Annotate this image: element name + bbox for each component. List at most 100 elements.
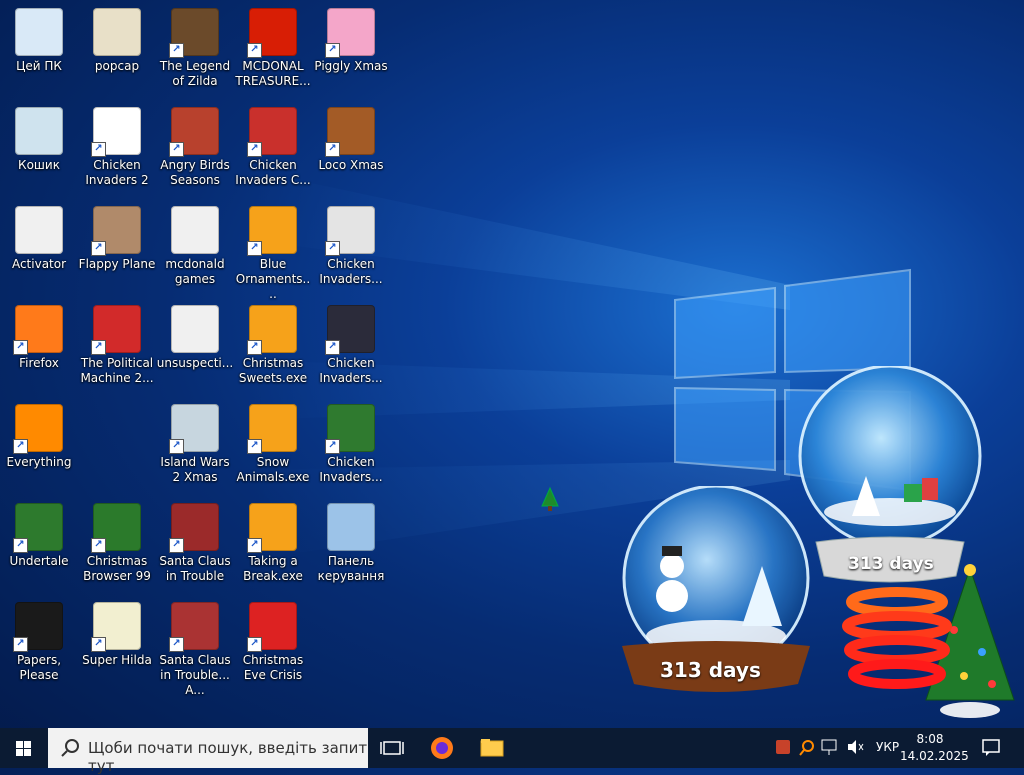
- installer-icon: ↗: [247, 206, 297, 256]
- desktop-icon[interactable]: Цей ПК: [0, 4, 78, 100]
- desktop-icon[interactable]: ↗ Christmas Browser 99: [78, 499, 156, 595]
- desktop-icon-label: Santa Claus in Trouble... A...: [159, 653, 231, 697]
- shortcut-arrow-icon: ↗: [325, 43, 340, 58]
- shortcut-arrow-icon: ↗: [325, 142, 340, 157]
- desktop-icon[interactable]: ↗ MCDONAL TREASURE...: [234, 4, 312, 100]
- desktop-icon[interactable]: ↗ Chicken Invaders...: [312, 202, 390, 298]
- desktop-icon[interactable]: ↗ Chicken Invaders...: [312, 301, 390, 397]
- desktop-icon[interactable]: ↗ Flappy Plane: [78, 202, 156, 298]
- shortcut-arrow-icon: ↗: [169, 637, 184, 652]
- undertale-icon: ↗: [13, 503, 63, 553]
- shortcut-arrow-icon: ↗: [91, 637, 106, 652]
- taskbar-file-explorer-button[interactable]: [468, 728, 516, 768]
- shortcut-arrow-icon: ↗: [247, 340, 262, 355]
- island-icon: ↗: [169, 404, 219, 454]
- tray-app-icon[interactable]: [776, 740, 790, 754]
- pig-icon: ↗: [325, 8, 375, 58]
- desktop-icon[interactable]: ↗ Firefox: [0, 301, 78, 397]
- desktop-icon[interactable]: ↗ Piggly Xmas: [312, 4, 390, 100]
- desktop-icon[interactable]: popcap: [78, 4, 156, 100]
- windows-logo-icon: [16, 741, 31, 756]
- desktop-icon-label: Цей ПК: [16, 59, 62, 73]
- task-view-button[interactable]: [368, 728, 416, 768]
- folder-icon: [171, 305, 219, 353]
- folder-icon: [93, 8, 141, 56]
- ribbon-spiral-decoration: [842, 582, 952, 692]
- desktop-icon[interactable]: ↗ Chicken Invaders...: [312, 400, 390, 496]
- chicken-icon: ↗: [325, 206, 375, 256]
- desktop-icon[interactable]: ↗ Undertale: [0, 499, 78, 595]
- shortcut-arrow-icon: ↗: [247, 637, 262, 652]
- desktop-icon[interactable]: ↗ Everything: [0, 400, 78, 496]
- desktop-icon[interactable]: ↗ Santa Claus in Trouble: [156, 499, 234, 595]
- cursor-tree-icon: [540, 486, 560, 512]
- notifications-button[interactable]: [966, 728, 1016, 768]
- shortcut-arrow-icon: ↗: [325, 439, 340, 454]
- desktop-icon[interactable]: ↗ Snow Animals.exe: [234, 400, 312, 496]
- desktop-icon-label: Chicken Invaders 2: [85, 158, 149, 187]
- desktop-icon-label: Christmas Browser 99: [83, 554, 151, 583]
- desktop-icon[interactable]: mcdonald games: [156, 202, 234, 298]
- desktop-icon[interactable]: ↗ Santa Claus in Trouble... A...: [156, 598, 234, 697]
- papers-icon: ↗: [13, 602, 63, 652]
- plane-icon: ↗: [91, 206, 141, 256]
- shortcut-arrow-icon: ↗: [91, 340, 106, 355]
- desktop-icon[interactable]: ↗ Angry Birds Seasons: [156, 103, 234, 199]
- desktop-icon-label: Island Wars 2 Xmas: [160, 455, 230, 484]
- desktop-icon-label: Snow Animals.exe: [236, 455, 310, 484]
- start-button[interactable]: [0, 728, 48, 768]
- desktop-icon-label: Christmas Eve Crisis: [242, 653, 304, 682]
- desktop-icon[interactable]: ↗ Chicken Invaders 2: [78, 103, 156, 199]
- desktop-icon[interactable]: unsuspecti...: [156, 301, 234, 397]
- desktop-icon[interactable]: ↗ Christmas Sweets.exe: [234, 301, 312, 397]
- desktop-icon[interactable]: ↗ Taking a Break.exe: [234, 499, 312, 595]
- shortcut-arrow-icon: ↗: [169, 538, 184, 553]
- search-icon: ↗: [13, 404, 63, 454]
- volume-muted-icon[interactable]: [848, 740, 864, 754]
- installer-icon: ↗: [247, 305, 297, 355]
- desktop-icon[interactable]: ↗ Papers, Please: [0, 598, 78, 694]
- desktop-icon[interactable]: ↗ Chicken Invaders C...: [234, 103, 312, 199]
- network-icon[interactable]: [821, 739, 837, 755]
- clock-time: 8:08: [916, 732, 944, 746]
- desktop-icon[interactable]: ↗ Blue Ornaments....: [234, 202, 312, 301]
- folder-icon: [171, 206, 219, 254]
- santa-icon: ↗: [169, 503, 219, 553]
- chicken-icon: ↗: [91, 107, 141, 157]
- shortcut-arrow-icon: ↗: [247, 241, 262, 256]
- desktop-icon[interactable]: ↗ Loco Xmas: [312, 103, 390, 199]
- language-indicator[interactable]: УКР: [876, 740, 899, 754]
- firefox-icon: [431, 737, 453, 759]
- system-tray: УКР: [770, 728, 899, 768]
- snow-globe-widget-left[interactable]: 313 days: [612, 484, 822, 702]
- desktop-icon[interactable]: Кошик: [0, 103, 78, 199]
- computer-icon: [15, 8, 63, 56]
- clock[interactable]: 8:08 14.02.2025: [900, 731, 969, 765]
- desktop-icon[interactable]: ↗ Super Hilda: [78, 598, 156, 694]
- everything-tray-icon[interactable]: [799, 740, 814, 756]
- desktop-icon-label: Everything: [6, 455, 72, 469]
- desktop-icon-label: unsuspecti...: [156, 356, 234, 370]
- desktop-icon[interactable]: ↗ Christmas Eve Crisis: [234, 598, 312, 694]
- desktop-icon[interactable]: ↗ Island Wars 2 Xmas: [156, 400, 234, 496]
- desktop-icon[interactable]: Activator: [0, 202, 78, 298]
- shortcut-arrow-icon: ↗: [13, 439, 28, 454]
- desktop-icon-label: Activator: [11, 257, 67, 271]
- folder-icon: [15, 206, 63, 254]
- bear-icon: ↗: [325, 107, 375, 157]
- desktop-icon[interactable]: ↗ The Political Machine 2...: [78, 301, 156, 397]
- desktop-icon-label: Кошик: [18, 158, 60, 172]
- desktop-icon[interactable]: ↗ The Legend of Zilda: [156, 4, 234, 100]
- pixel-icon: ↗: [91, 602, 141, 652]
- taskbar-firefox-button[interactable]: [418, 728, 466, 768]
- snow-globe-widget-right[interactable]: 313 days: [796, 364, 996, 586]
- folder-icon: [480, 739, 504, 757]
- taskbar-search-box[interactable]: Щоби почати пошук, введіть запит тут: [48, 728, 368, 775]
- desktop-icon-label: Santa Claus in Trouble: [159, 554, 231, 583]
- snowman-icon: ↗: [247, 107, 297, 157]
- taskbar: Щоби почати пошук, введіть запит тут УКР: [0, 728, 1024, 775]
- shortcut-arrow-icon: ↗: [325, 340, 340, 355]
- desktop-icon[interactable]: Панель керування: [312, 499, 390, 595]
- desktop-icon-label: MCDONAL TREASURE...: [235, 59, 311, 88]
- desktop-icon-label: mcdonald games: [165, 257, 225, 286]
